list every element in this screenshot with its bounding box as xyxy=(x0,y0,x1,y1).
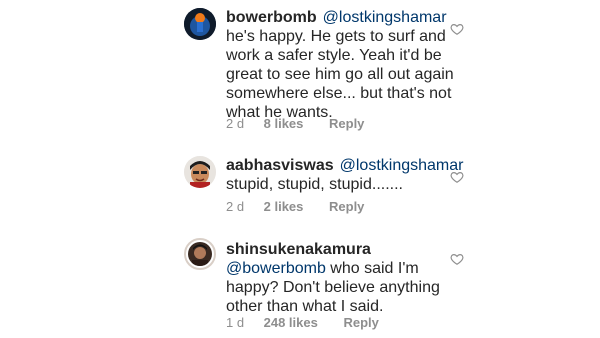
portrait-avatar-icon xyxy=(188,242,212,266)
comment-meta: 2 d 8 likes Reply xyxy=(226,116,364,132)
comment-meta: 2 d 2 likes Reply xyxy=(226,199,364,215)
comment-body: aabhasviswas @lostkingshamar stupid, stup… xyxy=(226,156,463,194)
like-heart-icon[interactable] xyxy=(450,252,464,266)
comment-username[interactable]: aabhasviswas xyxy=(226,157,334,174)
comment-username[interactable]: shinsukenakamura xyxy=(226,241,371,258)
user-avatar[interactable] xyxy=(184,8,216,40)
cartoon-face-avatar-icon xyxy=(184,156,216,188)
user-avatar[interactable] xyxy=(184,238,216,270)
comment-username[interactable]: bowerbomb xyxy=(226,9,317,26)
comment-likes-count[interactable]: 2 likes xyxy=(264,199,304,215)
reply-button[interactable]: Reply xyxy=(329,116,364,132)
comment-body: shinsukenakamura @bowerbomb who said I'm… xyxy=(226,240,458,316)
comment-likes-count[interactable]: 248 likes xyxy=(264,315,318,331)
comment-meta: 1 d 248 likes Reply xyxy=(226,315,379,331)
reply-button[interactable]: Reply xyxy=(343,315,378,331)
comment-text: stupid, stupid, stupid....... xyxy=(226,176,403,193)
comment-mention[interactable]: @lostkingshamar xyxy=(340,157,464,174)
comment-timestamp: 2 d xyxy=(226,199,245,214)
like-heart-icon[interactable] xyxy=(450,22,464,36)
comment-timestamp: 2 d xyxy=(226,116,245,131)
reply-button[interactable]: Reply xyxy=(329,199,364,215)
blue-orange-avatar-icon xyxy=(184,8,216,40)
like-heart-icon[interactable] xyxy=(450,170,464,184)
comment-timestamp: 1 d xyxy=(226,315,245,330)
user-avatar[interactable] xyxy=(184,156,216,188)
comment-mention[interactable]: @bowerbomb xyxy=(226,260,326,277)
comment-text: he's happy. He gets to surf and work a s… xyxy=(226,28,454,121)
comment-likes-count[interactable]: 8 likes xyxy=(264,116,304,132)
comment-mention[interactable]: @lostkingshamar xyxy=(323,9,447,26)
comment-body: bowerbomb @lostkingshamar he's happy. He … xyxy=(226,8,458,122)
